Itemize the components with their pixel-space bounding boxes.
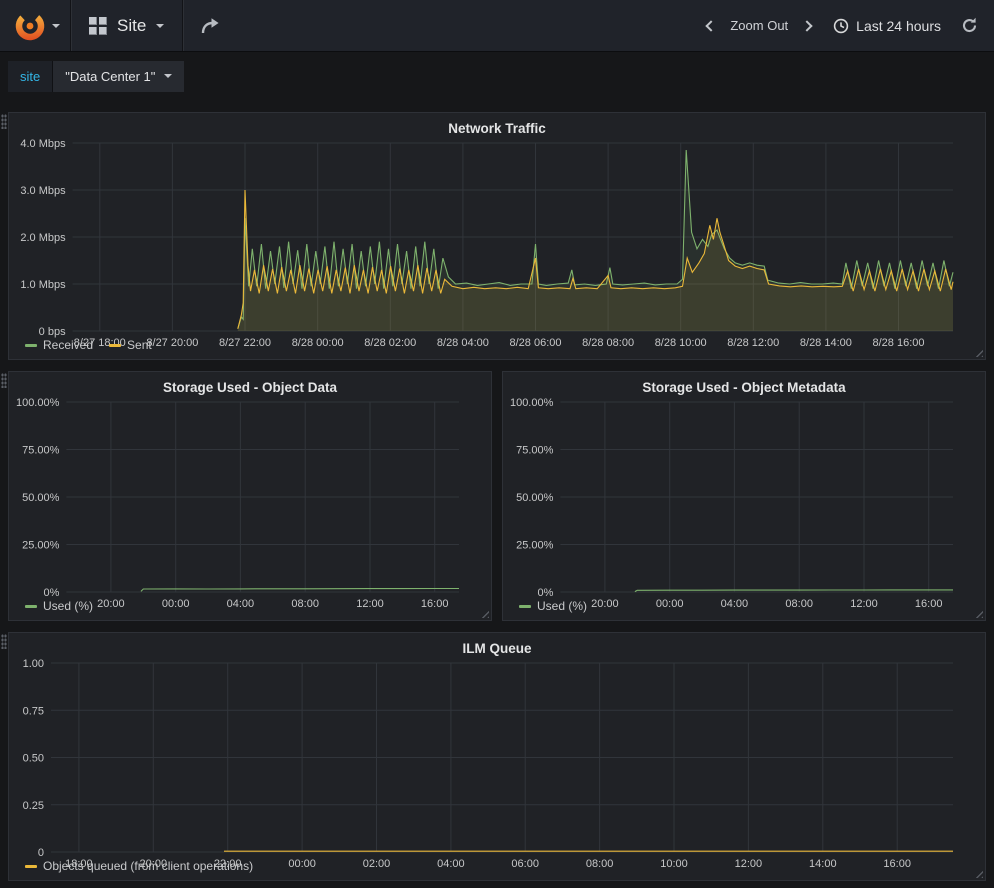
- chevron-down-icon: [164, 74, 172, 78]
- legend-series-swatch: [109, 344, 121, 347]
- variable-value-text: "Data Center 1": [65, 69, 155, 84]
- storage-object-data-chart: 20:0000:0004:0008:0012:0016:000%25.00%50…: [9, 396, 491, 598]
- legend-series-swatch: [25, 344, 37, 347]
- svg-text:0.25: 0.25: [23, 800, 44, 812]
- ilm-queue-chart: 18:0020:0022:0000:0002:0004:0006:0008:00…: [9, 657, 985, 858]
- storage-object-metadata-chart: 20:0000:0004:0008:0012:0016:000%25.00%50…: [503, 396, 985, 598]
- zoom-out-button[interactable]: Zoom Out: [730, 18, 788, 33]
- time-range-picker[interactable]: Last 24 hours: [833, 18, 941, 34]
- time-range-label: Last 24 hours: [856, 18, 941, 34]
- grafana-logo-icon: [13, 9, 47, 43]
- chart-plot-area[interactable]: 20:0000:0004:0008:0012:0016:000%25.00%50…: [503, 396, 985, 612]
- panel-title[interactable]: ILM Queue: [9, 633, 985, 657]
- legend-series-swatch: [25, 865, 37, 868]
- dashboard-row: Network Traffic 8/27 18:008/27 20:008/27…: [8, 112, 986, 360]
- panel-network-traffic: Network Traffic 8/27 18:008/27 20:008/27…: [8, 112, 986, 360]
- svg-text:3.0 Mbps: 3.0 Mbps: [20, 185, 66, 197]
- dashboard-row: Storage Used - Object Data 20:0000:0004:…: [8, 371, 986, 621]
- share-icon: [200, 17, 220, 35]
- panel-storage-object-metadata: Storage Used - Object Metadata 20:0000:0…: [502, 371, 986, 621]
- svg-text:2.0 Mbps: 2.0 Mbps: [20, 232, 66, 244]
- template-variable-site: site "Data Center 1": [8, 61, 184, 92]
- legend-item[interactable]: Used (%): [519, 599, 587, 613]
- svg-text:1.00: 1.00: [23, 658, 44, 670]
- variable-label[interactable]: site: [8, 61, 53, 92]
- dashboard-grid: Network Traffic 8/27 18:008/27 20:008/27…: [0, 100, 994, 887]
- svg-text:75.00%: 75.00%: [22, 445, 60, 457]
- svg-text:4.0 Mbps: 4.0 Mbps: [20, 138, 66, 150]
- chevron-down-icon: [52, 24, 60, 28]
- legend-item[interactable]: Used (%): [25, 599, 93, 613]
- svg-text:25.00%: 25.00%: [22, 540, 60, 552]
- svg-text:50.00%: 50.00%: [22, 492, 60, 504]
- svg-text:25.00%: 25.00%: [516, 540, 554, 552]
- legend-series-swatch: [519, 605, 531, 608]
- refresh-icon: [961, 17, 978, 34]
- panel-storage-object-data: Storage Used - Object Data 20:0000:0004:…: [8, 371, 492, 621]
- dashboard-picker[interactable]: Site: [71, 0, 182, 51]
- svg-text:0.50: 0.50: [23, 753, 44, 765]
- row-drag-handle[interactable]: [1, 114, 7, 129]
- chart-legend: Received Sent: [9, 337, 985, 359]
- panel-title[interactable]: Storage Used - Object Metadata: [503, 372, 985, 396]
- panel-ilm-queue: ILM Queue 18:0020:0022:0000:0002:0004:00…: [8, 632, 986, 881]
- legend-series-label: Used (%): [537, 599, 587, 613]
- chart-legend: Objects queued (from client operations): [9, 858, 985, 880]
- dashboard-row: ILM Queue 18:0020:0022:0000:0002:0004:00…: [8, 632, 986, 881]
- legend-series-label: Used (%): [43, 599, 93, 613]
- legend-series-swatch: [25, 605, 37, 608]
- legend-series-label: Received: [43, 338, 93, 352]
- grafana-logo-menu[interactable]: [0, 0, 70, 51]
- legend-item[interactable]: Received: [25, 338, 93, 352]
- row-drag-handle[interactable]: [1, 634, 7, 649]
- chevron-down-icon: [156, 24, 164, 28]
- legend-item[interactable]: Sent: [109, 338, 152, 352]
- chart-legend: Used (%): [503, 598, 985, 620]
- svg-text:1.0 Mbps: 1.0 Mbps: [20, 279, 66, 291]
- panel-title[interactable]: Storage Used - Object Data: [9, 372, 491, 396]
- svg-text:0.75: 0.75: [23, 705, 44, 717]
- network-traffic-chart: 8/27 18:008/27 20:008/27 22:008/28 00:00…: [9, 137, 985, 337]
- refresh-dashboard-button[interactable]: [961, 17, 978, 34]
- clock-icon: [833, 18, 849, 34]
- legend-series-label: Sent: [127, 338, 152, 352]
- top-navbar: Site Zoom Out Last 24 hours: [0, 0, 994, 52]
- time-shift-forward-button[interactable]: [801, 20, 812, 31]
- chart-legend: Used (%): [9, 598, 491, 620]
- chart-plot-area[interactable]: 8/27 18:008/27 20:008/27 22:008/28 00:00…: [9, 137, 985, 351]
- variable-value-dropdown[interactable]: "Data Center 1": [53, 61, 184, 92]
- share-dashboard-button[interactable]: [183, 0, 237, 51]
- svg-text:100.00%: 100.00%: [510, 397, 554, 409]
- dashboards-grid-icon: [89, 17, 107, 35]
- legend-item[interactable]: Objects queued (from client operations): [25, 859, 253, 873]
- dashboard-title: Site: [117, 16, 146, 36]
- time-shift-back-button[interactable]: [706, 20, 717, 31]
- submenu-controls: site "Data Center 1": [0, 52, 994, 100]
- svg-text:50.00%: 50.00%: [516, 492, 554, 504]
- legend-series-label: Objects queued (from client operations): [43, 859, 253, 873]
- chart-plot-area[interactable]: 20:0000:0004:0008:0012:0016:000%25.00%50…: [9, 396, 491, 612]
- row-drag-handle[interactable]: [1, 373, 7, 388]
- panel-title[interactable]: Network Traffic: [9, 113, 985, 137]
- svg-text:100.00%: 100.00%: [16, 397, 60, 409]
- chart-plot-area[interactable]: 18:0020:0022:0000:0002:0004:0006:0008:00…: [9, 657, 985, 872]
- svg-text:75.00%: 75.00%: [516, 445, 554, 457]
